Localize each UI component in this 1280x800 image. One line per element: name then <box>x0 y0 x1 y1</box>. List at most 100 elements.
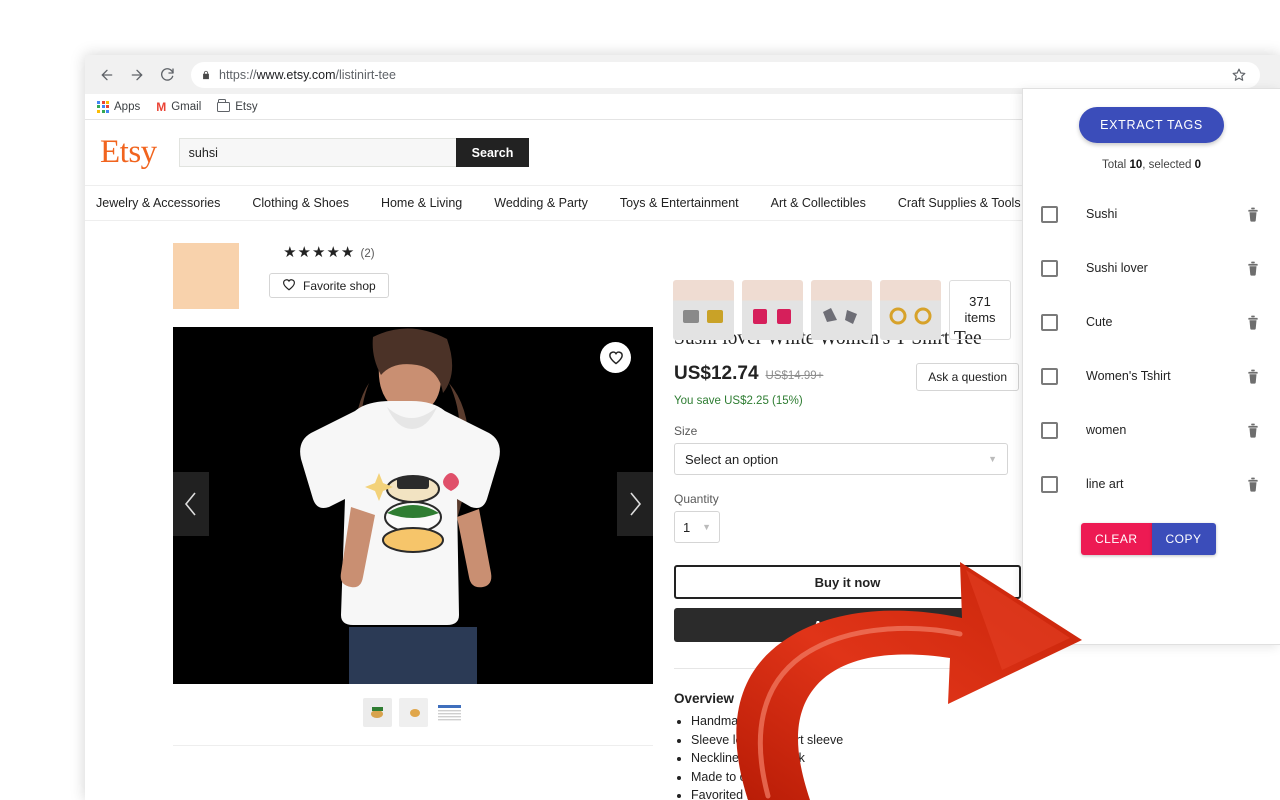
tag-row: Cute <box>1023 295 1280 349</box>
tag-total-status: Total 10, selected 0 <box>1101 159 1202 171</box>
category-craft-supplies-tools[interactable]: Craft Supplies & Tools <box>898 196 1021 210</box>
bookmark-etsy[interactable]: Etsy <box>217 99 258 113</box>
forward-arrow-icon[interactable] <box>123 61 151 89</box>
tag-label: Sushi lover <box>1086 261 1148 275</box>
trash-icon[interactable] <box>1246 260 1260 276</box>
add-to-cart-button[interactable]: Add to cart <box>674 608 1021 643</box>
gallery-thumbnail[interactable] <box>434 698 464 727</box>
checkbox-unchecked-icon[interactable] <box>1041 313 1058 331</box>
price-row: US$12.74 US$14.99+ Ask a question <box>674 363 1019 392</box>
bookmark-star-icon[interactable] <box>1228 64 1250 86</box>
favorited-by-link[interactable]: people <box>763 788 801 800</box>
favorite-shop-label: Favorite shop <box>303 278 376 293</box>
shop-avatar[interactable] <box>173 243 239 309</box>
gallery-thumbnail[interactable] <box>362 698 392 727</box>
reload-icon[interactable] <box>153 61 181 89</box>
lock-icon <box>201 69 211 81</box>
size-select-value: Select an option <box>685 451 779 467</box>
shop-thumbnail[interactable] <box>742 280 803 340</box>
trash-icon[interactable] <box>1246 422 1260 438</box>
size-label: Size <box>674 424 698 439</box>
search-button[interactable]: Search <box>455 138 530 167</box>
shop-thumbnail[interactable] <box>880 280 941 340</box>
favorite-item-button[interactable] <box>600 342 631 373</box>
gallery-divider <box>173 745 653 746</box>
bookmark-etsy-label: Etsy <box>235 100 258 113</box>
tag-label: line art <box>1086 477 1124 491</box>
heart-icon <box>282 278 296 294</box>
bookmark-gmail-label: Gmail <box>171 100 202 113</box>
overview-item: Favorited by people <box>691 786 1019 800</box>
checkbox-unchecked-icon[interactable] <box>1041 205 1058 223</box>
checkbox-unchecked-icon[interactable] <box>1041 475 1058 493</box>
url-path: /listinirt-tee <box>335 67 396 82</box>
overview-item: Made to order <box>691 768 1019 786</box>
category-art-collectibles[interactable]: Art & Collectibles <box>771 196 866 210</box>
trash-icon[interactable] <box>1246 206 1260 222</box>
overview-title: Overview <box>674 691 735 707</box>
chevron-left-icon[interactable] <box>173 472 209 536</box>
tag-extractor-panel: EXTRACT TAGS Total 10, selected 0 Sushi … <box>1022 88 1280 645</box>
category-clothing-shoes[interactable]: Clothing & Shoes <box>252 196 349 210</box>
product-gallery <box>173 327 653 800</box>
tag-row: women <box>1023 403 1280 457</box>
tag-row: Sushi <box>1023 187 1280 241</box>
category-jewelry-accessories[interactable]: Jewelry & Accessories <box>96 196 220 210</box>
checkbox-unchecked-icon[interactable] <box>1041 259 1058 277</box>
category-home-living[interactable]: Home & Living <box>381 196 462 210</box>
shop-meta: ★★★★★ (2) Favorite shop <box>269 243 389 309</box>
tag-label: Cute <box>1086 315 1113 329</box>
info-divider <box>674 668 1021 670</box>
folder-icon <box>217 99 231 112</box>
gallery-thumbnail[interactable] <box>398 698 428 727</box>
tag-label: Women's Tshirt <box>1086 369 1171 383</box>
items-count-number: 371 <box>969 293 991 309</box>
tag-selected-count: 0 <box>1194 159 1202 171</box>
buy-it-now-button[interactable]: Buy it now <box>674 565 1021 600</box>
address-bar[interactable]: https://www.etsy.com/listinirt-tee <box>191 61 1260 88</box>
trash-icon[interactable] <box>1246 314 1260 330</box>
checkbox-unchecked-icon[interactable] <box>1041 421 1058 439</box>
back-arrow-icon[interactable] <box>93 61 121 89</box>
gallery-thumbnails <box>173 698 653 727</box>
product-price: US$12.74 <box>674 363 759 385</box>
extract-tags-button[interactable]: EXTRACT TAGS <box>1079 107 1224 143</box>
category-wedding-party[interactable]: Wedding & Party <box>494 196 588 210</box>
category-toys-entertainment[interactable]: Toys & Entertainment <box>620 196 739 210</box>
overview-item: Handmade item <box>691 712 1019 730</box>
checkbox-unchecked-icon[interactable] <box>1041 367 1058 385</box>
product-info: Sushi lover White Women's T-Shirt Tee US… <box>674 327 1021 800</box>
chevron-down-icon: ▼ <box>988 454 997 465</box>
clear-button[interactable]: CLEAR <box>1081 523 1152 555</box>
search-input[interactable] <box>178 138 456 167</box>
tag-list: Sushi Sushi lover Cute Women's Tshirt wo… <box>1023 187 1280 511</box>
bookmark-apps[interactable]: Apps <box>97 100 140 113</box>
url-host: www.etsy.com <box>256 67 336 82</box>
trash-icon[interactable] <box>1246 368 1260 384</box>
gmail-icon: M <box>156 99 167 114</box>
ask-a-question-button[interactable]: Ask a question <box>916 363 1019 392</box>
items-count-unit: items <box>964 310 996 325</box>
panel-actions: CLEAR COPY <box>1023 523 1280 555</box>
shop-thumbnail[interactable] <box>811 280 872 340</box>
url-scheme: https:// <box>219 67 257 82</box>
tag-label: Sushi <box>1086 207 1118 221</box>
trash-icon[interactable] <box>1246 476 1260 492</box>
shop-thumbnail[interactable] <box>673 280 734 340</box>
product-price-original: US$14.99+ <box>765 370 824 383</box>
overview-list: Handmade item Sleeve length: Short sleev… <box>674 712 1019 800</box>
etsy-logo[interactable]: Etsy <box>100 136 157 169</box>
chevron-right-icon[interactable] <box>617 472 653 536</box>
copy-button[interactable]: COPY <box>1151 523 1216 555</box>
review-count: (2) <box>360 248 375 260</box>
apps-grid-icon <box>97 100 109 113</box>
overview-item: Sleeve length: Short sleeve <box>691 731 1019 749</box>
size-select[interactable]: Select an option ▼ <box>674 443 1008 476</box>
product-savings: You save US$2.25 (15%) <box>674 395 803 408</box>
quantity-select[interactable]: 1 ▼ <box>674 511 720 544</box>
tag-row: Women's Tshirt <box>1023 349 1280 403</box>
product-hero-image[interactable] <box>173 327 653 684</box>
shop-items-count[interactable]: 371 items <box>949 280 1011 340</box>
bookmark-gmail[interactable]: M Gmail <box>156 100 201 114</box>
favorite-shop-button[interactable]: Favorite shop <box>269 273 389 298</box>
